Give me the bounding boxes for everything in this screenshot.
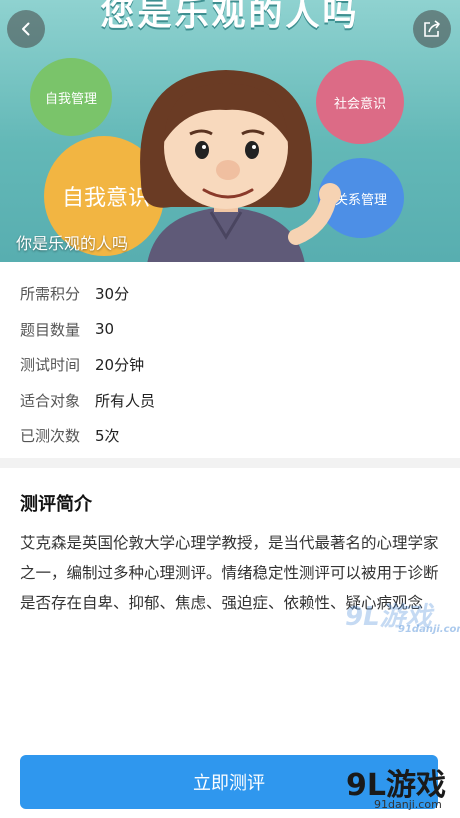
bubble-self-management: 自我管理 bbox=[30, 58, 112, 136]
info-label: 已测次数 bbox=[20, 427, 81, 446]
share-icon bbox=[424, 20, 440, 37]
info-value: 5次 bbox=[95, 427, 120, 446]
info-label: 所需积分 bbox=[20, 285, 81, 304]
hero-banner: 您是乐观的人吗 自我管理 社会意识 自我意识 关系管理 你是乐观的人吗 bbox=[0, 0, 460, 262]
info-label: 测试时间 bbox=[20, 356, 81, 375]
info-label: 适合对象 bbox=[20, 391, 81, 410]
share-button[interactable] bbox=[413, 10, 451, 48]
hero-caption: 你是乐观的人吗 bbox=[16, 234, 129, 253]
info-value: 所有人员 bbox=[95, 391, 156, 410]
chevron-left-icon bbox=[22, 22, 30, 36]
info-label: 题目数量 bbox=[20, 320, 81, 339]
info-row-question-count: 题目数量 30 bbox=[20, 312, 440, 348]
intro-title: 测评简介 bbox=[20, 494, 92, 515]
bubble-label: 自我管理 bbox=[44, 91, 97, 107]
info-value: 20分钟 bbox=[95, 356, 145, 375]
start-test-label: 立即测评 bbox=[193, 773, 265, 794]
back-button[interactable] bbox=[7, 10, 45, 48]
section-divider bbox=[0, 458, 460, 468]
girl-illustration bbox=[140, 70, 341, 262]
test-info-list: 所需积分 30分 题目数量 30 测试时间 20分钟 适合对象 所有人员 已测次… bbox=[20, 276, 440, 454]
info-row-duration: 测试时间 20分钟 bbox=[20, 347, 440, 383]
info-row-audience: 适合对象 所有人员 bbox=[20, 383, 440, 419]
hero-title: 您是乐观的人吗 bbox=[100, 0, 360, 34]
info-value: 30分 bbox=[95, 285, 130, 304]
watermark-domain: 91danji.com bbox=[398, 624, 460, 635]
info-row-points: 所需积分 30分 bbox=[20, 276, 440, 312]
info-row-times-taken: 已测次数 5次 bbox=[20, 418, 440, 454]
info-value: 30 bbox=[95, 320, 115, 339]
watermark-domain-bottom: 91danji.com bbox=[374, 798, 442, 811]
